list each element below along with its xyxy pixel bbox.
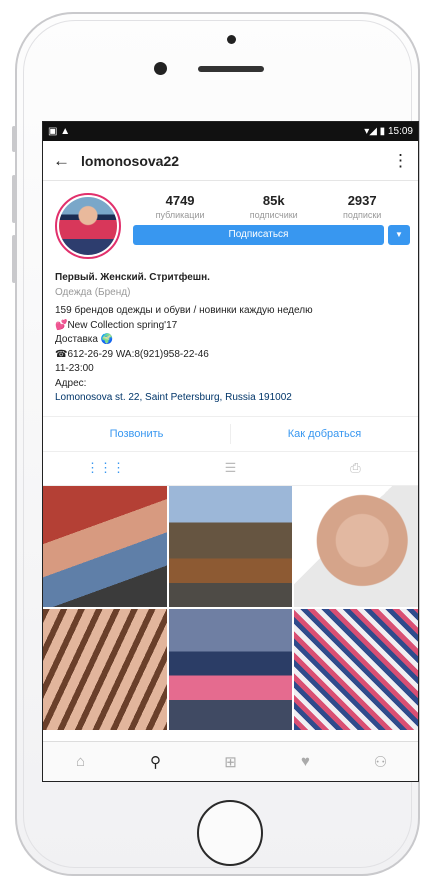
post-thumbnail[interactable]	[294, 485, 418, 607]
mute-switch	[12, 126, 16, 152]
avatar-image	[59, 197, 117, 255]
stat-posts-label: публикации	[155, 210, 205, 220]
directions-button[interactable]: Как добраться	[231, 428, 418, 440]
stat-followers-label: подписчики	[249, 210, 298, 220]
profile-bio: Первый. Женский. Стритфешн. Одежда (Брен…	[43, 259, 418, 406]
front-camera	[154, 62, 167, 75]
tagged-icon[interactable]: ⎙	[293, 460, 418, 476]
search-icon[interactable]: ⚲	[118, 753, 193, 771]
stat-posts[interactable]: 4749 публикации	[156, 193, 205, 220]
bio-name: Первый. Женский. Стритфешн.	[55, 272, 210, 283]
speaker-grille	[198, 66, 264, 72]
profile-stats: 4749 публикации 85k подписчики 2937 подп…	[133, 193, 410, 259]
profile-view-tabs: ⋮⋮⋮ ☰ ⎙	[43, 452, 418, 486]
posts-grid	[43, 485, 418, 730]
profile-username: lomonosova22	[81, 152, 180, 169]
post-thumbnail[interactable]	[168, 608, 293, 730]
bio-line: 11-23:00	[55, 363, 94, 374]
bio-address-link[interactable]: Lomonosova st. 22, Saint Petersburg, Rus…	[55, 391, 406, 406]
suggestions-dropdown-button[interactable]: ▼	[388, 225, 410, 245]
post-thumbnail[interactable]	[43, 608, 167, 730]
profile-header-bar: ← lomonosova22 ⋮	[43, 141, 418, 181]
bio-line: ☎612-26-29 WA:8(921)958-22-46	[55, 348, 209, 360]
home-button[interactable]	[197, 800, 263, 866]
bio-line: 159 брендов одежды и обуви / новинки каж…	[55, 305, 313, 316]
bio-line: Адрес:	[55, 377, 87, 389]
stat-followers-count: 85k	[262, 193, 285, 208]
stat-posts-count: 4749	[165, 193, 195, 208]
post-thumbnail[interactable]	[168, 485, 293, 607]
stat-following-count: 2937	[347, 193, 377, 208]
bottom-nav: ⌂ ⚲ ⊞ ♥ ⚇	[43, 741, 418, 781]
call-button[interactable]: Позвонить	[43, 428, 230, 440]
follow-button[interactable]: Подписаться	[133, 225, 384, 245]
contact-actions: Позвонить Как добраться	[43, 415, 418, 452]
bio-category: Одежда (Бренд)	[55, 286, 131, 298]
status-bar: ▣ ▲ ▾◢ ▮ 15:09	[43, 122, 418, 141]
list-icon[interactable]: ☰	[168, 460, 293, 476]
profile-summary: 4749 публикации 85k подписчики 2937 подп…	[43, 181, 418, 259]
post-thumbnail[interactable]	[294, 608, 418, 730]
proximity-sensor	[227, 35, 236, 44]
back-arrow-icon[interactable]: ←	[53, 151, 70, 171]
stat-following-label: подписки	[343, 210, 382, 220]
status-right: ▾◢ ▮ 15:09	[364, 126, 413, 137]
heart-icon[interactable]: ♥	[268, 753, 343, 770]
profile-icon[interactable]: ⚇	[343, 753, 418, 771]
post-thumbnail[interactable]	[43, 485, 167, 607]
bio-line: 💕New Collection spring'17	[55, 319, 178, 331]
volume-up-button	[12, 175, 16, 223]
avatar[interactable]	[55, 193, 121, 259]
stat-followers[interactable]: 85k подписчики	[250, 193, 298, 220]
home-icon[interactable]: ⌂	[43, 753, 118, 770]
volume-down-button	[12, 235, 16, 283]
more-options-icon[interactable]: ⋮	[392, 151, 409, 171]
screen: ▣ ▲ ▾◢ ▮ 15:09 ← lomonosova22 ⋮ 4749 пуб…	[42, 121, 419, 782]
stat-following[interactable]: 2937 подписки	[343, 193, 381, 220]
status-left-icons: ▣ ▲	[48, 126, 71, 137]
add-icon[interactable]: ⊞	[193, 753, 268, 771]
status-time: 15:09	[387, 126, 413, 137]
bio-line: Доставка 🌍	[55, 334, 114, 345]
grid-icon[interactable]: ⋮⋮⋮	[43, 460, 168, 476]
